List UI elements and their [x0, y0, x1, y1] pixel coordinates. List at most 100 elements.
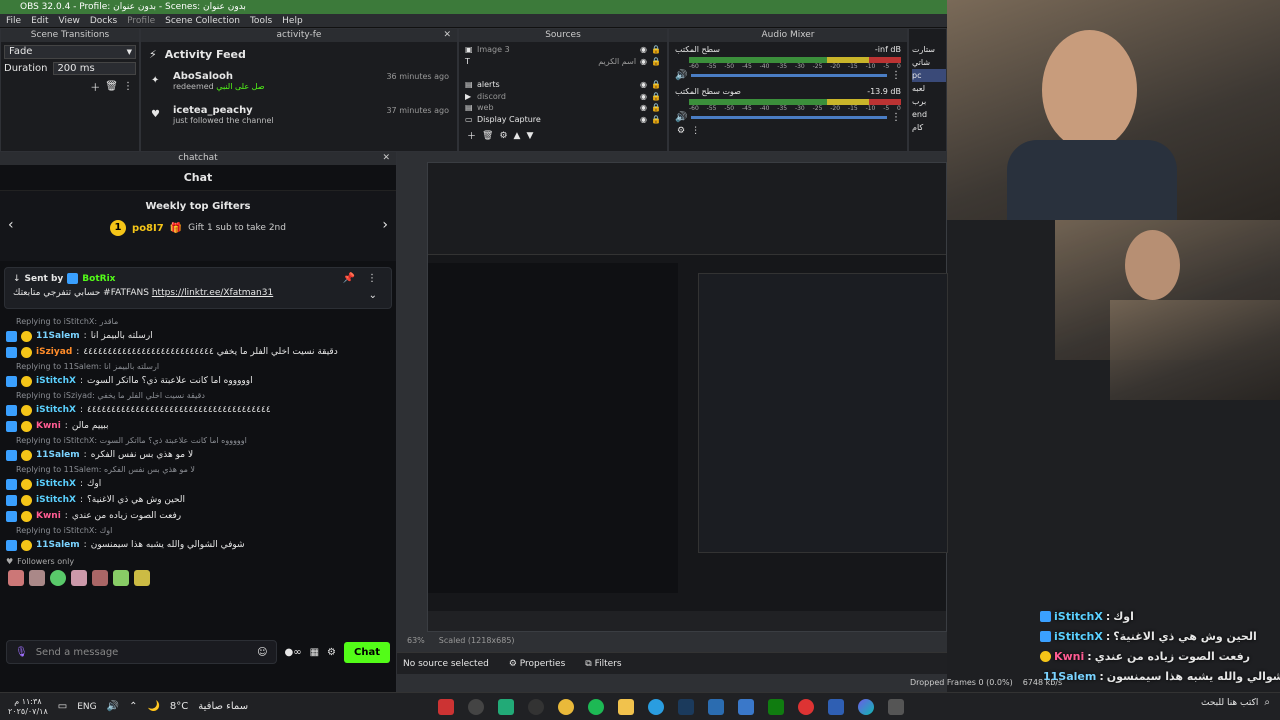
chat-username[interactable]: 11Salem	[36, 540, 80, 550]
language-indicator[interactable]: ENG	[77, 702, 96, 712]
notification-icon[interactable]: ▭	[58, 701, 67, 712]
add-icon[interactable]: ＋	[90, 79, 100, 94]
lock-icon[interactable]: 🔒	[651, 79, 661, 91]
gear-icon[interactable]: ⚙	[499, 131, 507, 141]
chrome-icon[interactable]	[558, 698, 575, 715]
chat-username[interactable]: iSziyad	[36, 347, 72, 357]
add-icon[interactable]: ＋	[467, 129, 476, 142]
eye-icon[interactable]: ◉	[640, 44, 647, 56]
speaker-icon[interactable]: 🔊	[675, 70, 687, 81]
app-icon[interactable]	[438, 698, 455, 715]
scene-item[interactable]: كام	[912, 121, 946, 134]
lock-icon[interactable]: 🔒	[651, 91, 661, 103]
steam-icon[interactable]	[678, 698, 695, 715]
app-icon[interactable]	[828, 698, 845, 715]
menu-edit[interactable]: Edit	[31, 14, 48, 28]
points-icon[interactable]: ●∞	[285, 647, 302, 658]
taskbar-search[interactable]: اكتب هنا للبحث ⌕	[1201, 697, 1270, 708]
eye-icon[interactable]: ◉	[640, 91, 647, 103]
menu-scene-collection[interactable]: Scene Collection	[165, 14, 240, 28]
folder-icon[interactable]	[618, 698, 635, 715]
zoom-level[interactable]: 63%	[407, 636, 425, 645]
chat-username[interactable]: 11Salem	[36, 331, 80, 341]
filters-button[interactable]: ⧉ Filters	[585, 659, 621, 669]
lock-icon[interactable]: 🔒	[651, 56, 661, 68]
speaker-icon[interactable]: 🔊	[675, 112, 687, 123]
gear-icon[interactable]: ⚙	[327, 647, 336, 658]
more-icon[interactable]: ⋮	[691, 126, 700, 136]
preview-canvas[interactable]	[427, 162, 948, 632]
chevron-left-icon[interactable]: ‹	[8, 217, 14, 233]
edge-icon[interactable]	[648, 698, 665, 715]
transition-select[interactable]: Fade ▼	[4, 45, 136, 59]
more-icon[interactable]: ⋮	[367, 273, 377, 284]
scene-item[interactable]: ستارت	[912, 43, 946, 56]
menu-profile[interactable]: Profile	[127, 14, 155, 28]
obs-icon[interactable]	[528, 698, 545, 715]
scale-label[interactable]: Scaled (1218x685)	[439, 636, 515, 645]
chevron-down-icon[interactable]: ⌄	[369, 290, 377, 301]
more-icon[interactable]: ⋮	[123, 81, 133, 92]
emote[interactable]	[29, 570, 45, 586]
volume-slider[interactable]	[691, 74, 887, 77]
more-icon[interactable]: ⋮	[891, 112, 901, 123]
xbox-icon[interactable]	[768, 698, 785, 715]
chat-username[interactable]: iStitchX	[36, 376, 76, 386]
scene-item-active[interactable]: pc	[912, 69, 946, 82]
store-icon[interactable]	[738, 698, 755, 715]
message-input[interactable]: 🎙 Send a message ☺	[6, 640, 277, 664]
duration-field[interactable]: 200 ms	[53, 62, 136, 75]
trash-icon[interactable]: 🗑	[482, 131, 493, 141]
chat-send-button[interactable]: Chat	[344, 641, 390, 663]
pin-icon[interactable]: 📌	[343, 273, 355, 284]
menu-help[interactable]: Help	[282, 14, 303, 28]
eye-icon[interactable]: ◉	[640, 79, 647, 91]
trash-icon[interactable]: 🗑	[105, 81, 118, 92]
menu-view[interactable]: View	[59, 14, 80, 28]
source-item[interactable]: ▤ alerts ◉ 🔒	[465, 79, 661, 91]
source-item[interactable]: ▤ web ◉ 🔒	[465, 102, 661, 114]
scene-item[interactable]: end	[912, 108, 946, 121]
emote[interactable]	[50, 570, 66, 586]
gear-icon[interactable]: ⚙	[677, 126, 685, 136]
scene-item[interactable]: لعبه	[912, 82, 946, 95]
emoji-icon[interactable]: ☺	[257, 647, 267, 658]
chevron-right-icon[interactable]: ›	[382, 217, 388, 233]
xbox-icon[interactable]	[498, 698, 515, 715]
obs-icon[interactable]	[468, 698, 485, 715]
app-icon[interactable]	[798, 698, 815, 715]
chat-username[interactable]: iStitchX	[36, 405, 76, 415]
menu-tools[interactable]: Tools	[250, 14, 272, 28]
eye-icon[interactable]: ◉	[640, 56, 647, 68]
chat-username[interactable]: iStitchX	[36, 479, 76, 489]
source-item[interactable]: ▶ discord ◉ 🔒	[465, 91, 661, 103]
lock-icon[interactable]: 🔒	[651, 102, 661, 114]
arrow-down-icon[interactable]: ▼	[526, 131, 533, 141]
emote[interactable]	[134, 570, 150, 586]
emote[interactable]	[71, 570, 87, 586]
eye-icon[interactable]: ◉	[640, 114, 647, 126]
eye-icon[interactable]: ◉	[640, 102, 647, 114]
volume-slider[interactable]	[691, 116, 887, 119]
lock-icon[interactable]: 🔒	[651, 114, 661, 126]
spotify-icon[interactable]	[588, 698, 605, 715]
speaker-icon[interactable]: 🔊	[107, 701, 119, 712]
close-icon[interactable]: ✕	[382, 152, 390, 165]
pinned-link[interactable]: https://linktr.ee/Xfatman31	[152, 288, 273, 298]
scene-item[interactable]: شاتي	[912, 56, 946, 69]
menu-docks[interactable]: Docks	[90, 14, 117, 28]
chat-username[interactable]: Kwni	[36, 421, 61, 431]
scene-item[interactable]: برب	[912, 95, 946, 108]
arrow-up-icon[interactable]: ▲	[514, 131, 521, 141]
store-icon[interactable]: ▦	[310, 647, 319, 658]
source-item[interactable]: ▭ Display Capture ◉ 🔒	[465, 114, 661, 126]
lock-icon[interactable]: 🔒	[651, 44, 661, 56]
mic-icon[interactable]: 🎙	[15, 647, 28, 658]
copilot-icon[interactable]	[858, 698, 875, 715]
task-view-icon[interactable]	[888, 698, 905, 715]
chat-username[interactable]: iStitchX	[36, 495, 76, 505]
chat-username[interactable]: 11Salem	[36, 450, 80, 460]
source-item[interactable]: ▣ Image 3 ◉ 🔒	[465, 44, 661, 56]
chevron-up-icon[interactable]: ⌃	[129, 701, 137, 712]
menu-file[interactable]: File	[6, 14, 21, 28]
